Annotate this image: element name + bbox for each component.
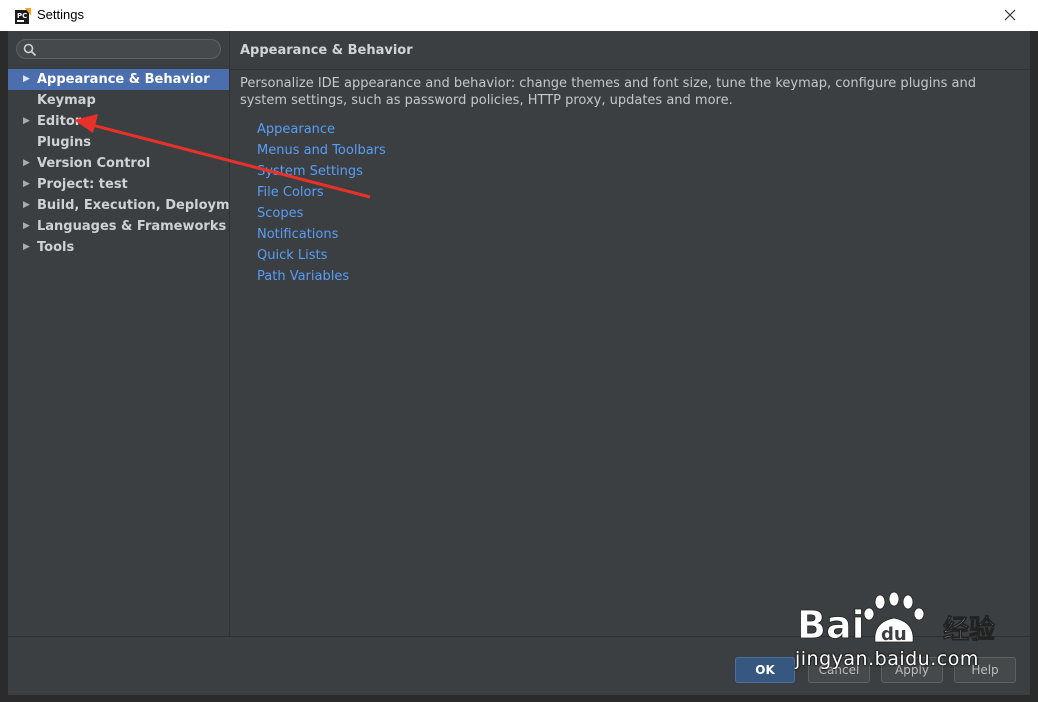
sidebar-item-label: Editor — [37, 114, 82, 129]
sidebar-item-label: Languages & Frameworks — [37, 219, 227, 234]
sidebar-item-label: Plugins — [37, 135, 91, 150]
close-icon[interactable] — [1000, 5, 1020, 25]
expand-arrow-icon[interactable]: ▶ — [23, 216, 33, 237]
dialog-footer: OK Cancel Apply Help — [8, 636, 1030, 695]
sidebar-item-label: Keymap — [37, 93, 96, 108]
page-description: Personalize IDE appearance and behavior:… — [240, 76, 977, 108]
sidebar-item-label: Project: test — [37, 177, 128, 192]
sidebar-item-build-execution-deployment[interactable]: ▶ Build, Execution, Deployment — [8, 195, 254, 216]
settings-window: PC Settings ▶ Appearance & Behavior Keym… — [0, 0, 1038, 702]
sidebar-item-label: Tools — [37, 240, 75, 255]
apply-button[interactable]: Apply — [881, 657, 943, 683]
expand-arrow-icon[interactable]: ▶ — [23, 195, 33, 216]
expand-arrow-icon[interactable]: ▶ — [23, 111, 33, 132]
expand-arrow-icon[interactable]: ▶ — [23, 69, 33, 90]
search-input[interactable] — [41, 41, 215, 59]
sidebar-item-tools[interactable]: ▶ Tools — [8, 237, 229, 258]
window-frame-right — [1030, 31, 1038, 702]
window-title: Settings — [37, 7, 84, 22]
sidebar-item-label: Build, Execution, Deployment — [37, 198, 254, 213]
window-frame-bottom — [0, 694, 1038, 702]
help-button[interactable]: Help — [954, 657, 1016, 683]
svg-text:PC: PC — [17, 12, 27, 20]
window-frame-left — [0, 31, 8, 702]
sidebar-item-version-control[interactable]: ▶ Version Control — [8, 153, 229, 174]
sidebar-item-languages-frameworks[interactable]: ▶ Languages & Frameworks — [8, 216, 229, 237]
sidebar-item-editor[interactable]: ▶ Editor — [8, 111, 229, 132]
link-scopes[interactable]: Scopes — [257, 203, 386, 224]
sidebar-item-plugins[interactable]: Plugins — [8, 132, 229, 153]
expand-arrow-icon[interactable]: ▶ — [23, 153, 33, 174]
page-title: Appearance & Behavior — [240, 43, 413, 58]
ok-button[interactable]: OK — [735, 657, 795, 683]
link-path-variables[interactable]: Path Variables — [257, 266, 386, 287]
sidebar-item-project[interactable]: ▶ Project: test — [8, 174, 229, 195]
search-icon — [23, 43, 37, 57]
subpage-links: Appearance Menus and Toolbars System Set… — [257, 119, 386, 287]
link-file-colors[interactable]: File Colors — [257, 182, 386, 203]
sidebar-item-label: Appearance & Behavior — [37, 72, 210, 87]
search-field[interactable] — [16, 39, 221, 59]
link-quick-lists[interactable]: Quick Lists — [257, 245, 386, 266]
link-notifications[interactable]: Notifications — [257, 224, 386, 245]
sidebar-item-label: Version Control — [37, 156, 151, 171]
sidebar-item-appearance-behavior[interactable]: ▶ Appearance & Behavior — [8, 69, 229, 90]
expand-arrow-icon[interactable]: ▶ — [23, 237, 33, 258]
title-bar: PC Settings — [0, 0, 1038, 32]
settings-content-panel: Appearance & Behavior Personalize IDE ap… — [230, 31, 1030, 636]
cancel-button[interactable]: Cancel — [808, 657, 870, 683]
header-divider — [230, 69, 1030, 70]
link-menus-and-toolbars[interactable]: Menus and Toolbars — [257, 140, 386, 161]
link-appearance[interactable]: Appearance — [257, 119, 386, 140]
sidebar-item-keymap[interactable]: Keymap — [8, 90, 229, 111]
settings-tree: ▶ Appearance & Behavior Keymap ▶ Editor … — [8, 69, 254, 258]
settings-sidebar: ▶ Appearance & Behavior Keymap ▶ Editor … — [8, 31, 254, 636]
app-icon: PC — [15, 8, 31, 24]
expand-arrow-icon[interactable]: ▶ — [23, 174, 33, 195]
link-system-settings[interactable]: System Settings — [257, 161, 386, 182]
